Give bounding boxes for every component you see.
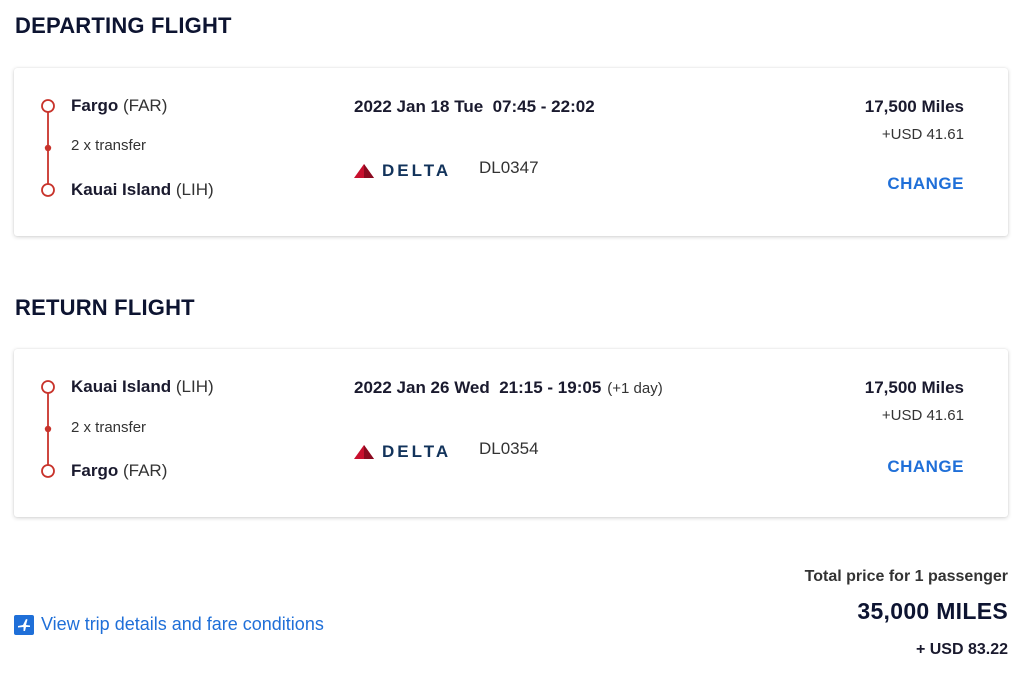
departing-section-title: DEPARTING FLIGHT <box>15 13 232 38</box>
flight-number: DL0354 <box>479 439 539 458</box>
fare-usd: +USD 41.61 <box>881 407 964 424</box>
plane-info-icon <box>14 614 34 635</box>
flight-datetime: 2022 Jan 18 Tue 07:45 - 22:02 <box>354 97 595 116</box>
origin-city: Kauai Island (LIH) <box>71 377 214 396</box>
delta-widget-icon <box>354 445 374 459</box>
change-departing-button[interactable]: CHANGE <box>887 174 964 194</box>
view-trip-details-label: View trip details and fare conditions <box>41 614 324 634</box>
airline: DELTA <box>354 161 451 181</box>
return-route: Kauai Island (LIH) 2 x transfer Fargo (F… <box>40 349 360 517</box>
route-timeline-icon <box>41 99 55 197</box>
total-miles: 35,000 MILES <box>857 598 1008 624</box>
fare-miles: 17,500 Miles <box>864 378 964 397</box>
transfer-count: 2 x transfer <box>71 419 147 436</box>
change-return-button[interactable]: CHANGE <box>887 457 964 477</box>
delta-widget-icon <box>354 164 374 178</box>
return-flight-card: Kauai Island (LIH) 2 x transfer Fargo (F… <box>14 349 1008 517</box>
total-price-label: Total price for 1 passenger <box>804 568 1008 585</box>
destination-city: Fargo (FAR) <box>71 461 168 480</box>
route-timeline-icon <box>41 380 55 478</box>
airline: DELTA <box>354 442 451 462</box>
flight-datetime: 2022 Jan 26 Wed 21:15 - 19:05 (+1 day) <box>354 378 663 397</box>
fare-usd: +USD 41.61 <box>881 126 964 143</box>
view-trip-details-link[interactable]: View trip details and fare conditions <box>14 614 324 635</box>
return-section-title: RETURN FLIGHT <box>15 295 195 320</box>
destination-city: Kauai Island (LIH) <box>71 180 214 199</box>
transfer-count: 2 x transfer <box>71 137 147 154</box>
departing-flight-card: Fargo (FAR) 2 x transfer Kauai Island (L… <box>14 68 1008 236</box>
total-usd: + USD 83.22 <box>915 641 1008 658</box>
origin-city: Fargo (FAR) <box>71 96 168 115</box>
fare-miles: 17,500 Miles <box>864 97 964 116</box>
flight-number: DL0347 <box>479 158 539 177</box>
departing-route: Fargo (FAR) 2 x transfer Kauai Island (L… <box>40 68 360 236</box>
